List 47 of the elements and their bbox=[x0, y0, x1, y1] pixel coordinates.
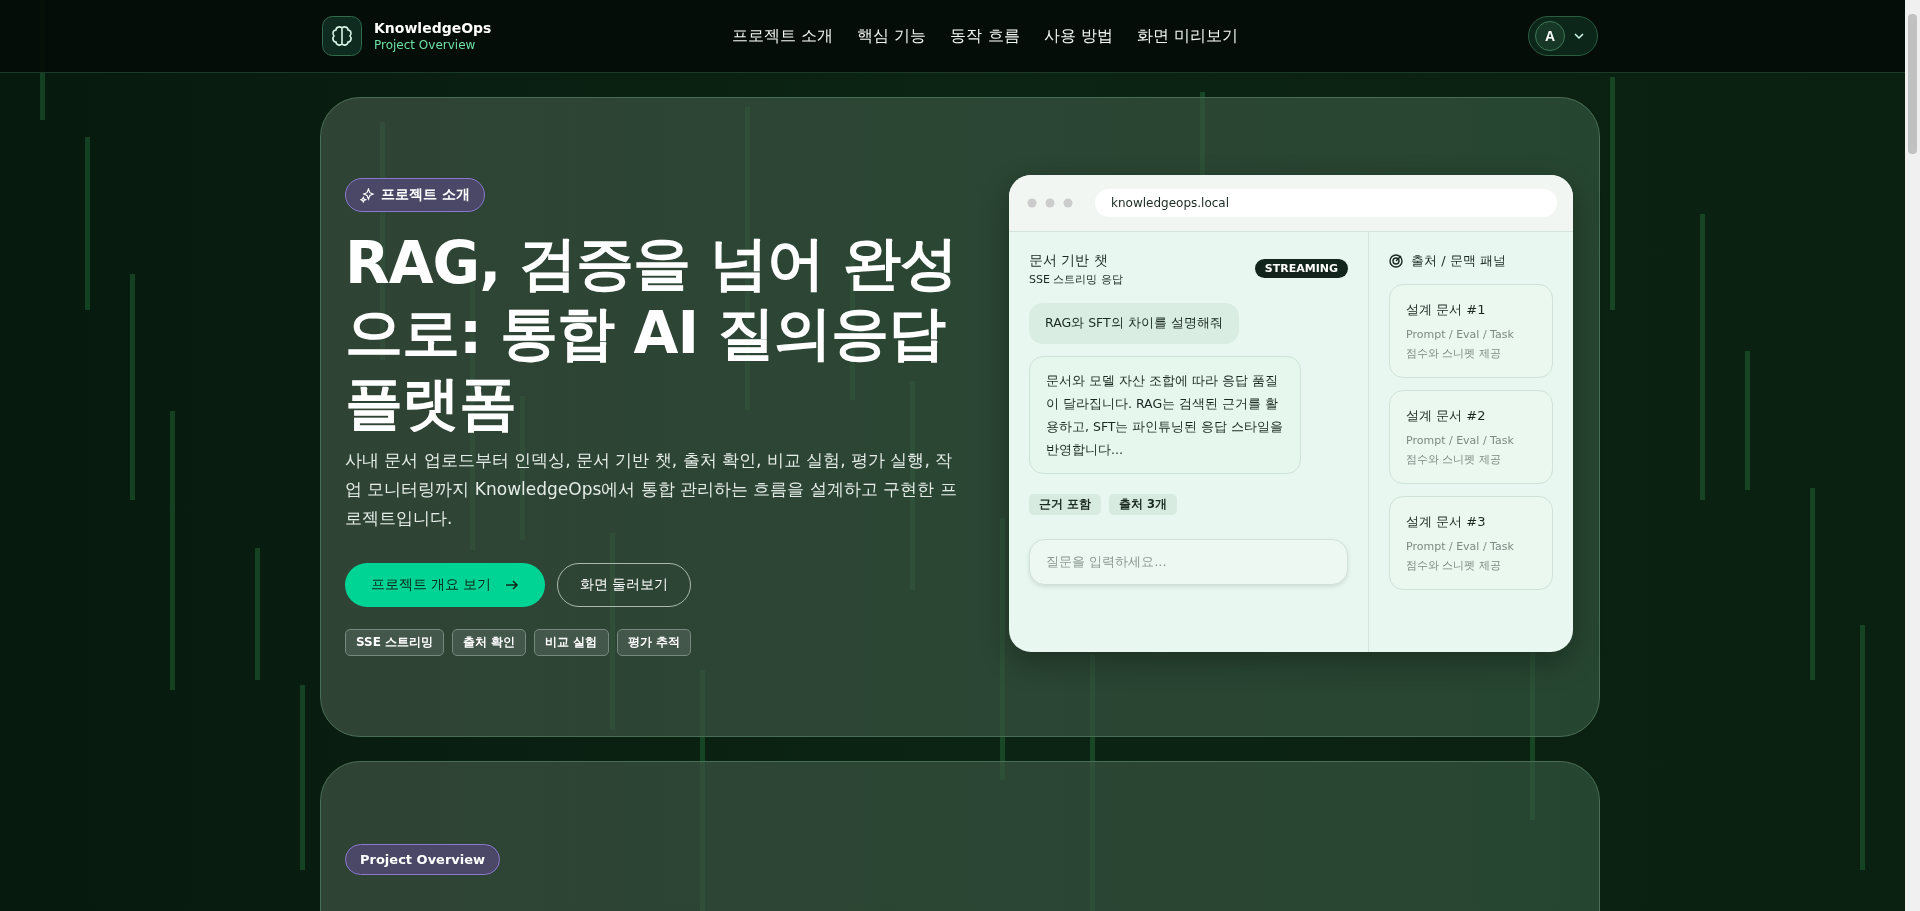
overview-button[interactable]: 프로젝트 개요 보기 bbox=[345, 563, 545, 607]
source-note: 점수와 스니펫 제공 bbox=[1406, 557, 1502, 574]
brand-subtitle: Project Overview bbox=[374, 38, 477, 52]
feature-tag: 비교 실험 bbox=[534, 629, 609, 656]
chat-subtitle: SSE 스트리밍 응답 bbox=[1029, 271, 1123, 287]
user-message: RAG와 SFT의 차이를 설명해줘 bbox=[1029, 302, 1239, 344]
source-meta: Prompt / Eval / Task bbox=[1406, 538, 1515, 555]
nav-link[interactable]: 핵심 기능 bbox=[857, 25, 927, 47]
nav-link[interactable]: 프로젝트 소개 bbox=[732, 25, 834, 47]
panel-title: 출처 / 문맥 패널 bbox=[1411, 251, 1506, 270]
source-card[interactable]: 설계 문서 #2 Prompt / Eval / Task 점수와 스니펫 제공 bbox=[1389, 389, 1553, 484]
assistant-message: 문서와 모델 자산 조합에 따라 응답 품질이 달라집니다. RAG는 검색된 근거를 활용하고, SFT는 파인튜닝된 응답 스타일을 반영합니다... bbox=[1029, 355, 1301, 474]
source-title: 설계 문서 #2 bbox=[1406, 406, 1487, 425]
address-bar[interactable]: knowledgeops.local bbox=[1095, 188, 1557, 217]
section-badge: Project Overview bbox=[345, 844, 501, 875]
source-title: 설계 문서 #3 bbox=[1406, 512, 1487, 531]
avatar-initial: A bbox=[1535, 21, 1565, 51]
nav-link[interactable]: 화면 미리보기 bbox=[1136, 25, 1238, 47]
nav-link[interactable]: 동작 흐름 bbox=[950, 25, 1020, 47]
hero-title: RAG, 검증을 넘어 완성으로: 통합 AI 질의응답 플랫폼 bbox=[345, 228, 958, 438]
feature-tag: 평가 추적 bbox=[616, 629, 691, 656]
window-dots-icon bbox=[1027, 197, 1073, 208]
source-card[interactable]: 설계 문서 #3 Prompt / Eval / Task 점수와 스니펫 제공 bbox=[1389, 495, 1553, 590]
hero-description: 사내 문서 업로드부터 인덱싱, 문서 기반 챗, 출처 확인, 비교 실험, 평가 실행, 작업 모니터링까지 KnowledgeOps에서 통합 관리하는 흐름을 설계하고 구현한 프로젝트입니다. bbox=[345, 449, 958, 530]
chat-title: 문서 기반 챗 bbox=[1029, 251, 1109, 270]
source-meta: Prompt / Eval / Task bbox=[1406, 326, 1515, 343]
source-card[interactable]: 설계 문서 #1 Prompt / Eval / Task 점수와 스니펫 제공 bbox=[1389, 283, 1553, 378]
source-title: 설계 문서 #1 bbox=[1406, 300, 1487, 319]
info-chip: 출처 3개 bbox=[1109, 493, 1178, 515]
badge-label: 프로젝트 소개 bbox=[381, 186, 470, 204]
source-note: 점수와 스니펫 제공 bbox=[1406, 345, 1502, 362]
nav-link[interactable]: 사용 방법 bbox=[1043, 25, 1113, 47]
feature-tag: SSE 스트리밍 bbox=[345, 629, 445, 656]
question-input-field[interactable]: 질문을 입력하세요... bbox=[1029, 538, 1348, 585]
brain-icon[interactable] bbox=[322, 16, 362, 56]
sparkles-icon bbox=[360, 187, 375, 203]
source-note: 점수와 스니펫 제공 bbox=[1406, 451, 1502, 468]
source-meta: Prompt / Eval / Task bbox=[1406, 432, 1515, 449]
account-menu-button[interactable]: A bbox=[1528, 16, 1598, 56]
status-badge: STREAMING bbox=[1254, 258, 1348, 278]
info-chip: 근거 포함 bbox=[1029, 493, 1101, 515]
arrow-right-icon bbox=[505, 579, 520, 591]
feature-tag: 출처 확인 bbox=[452, 629, 527, 656]
brand-name: KnowledgeOps bbox=[374, 20, 492, 36]
target-icon bbox=[1389, 253, 1403, 268]
scrollbar[interactable] bbox=[1905, 0, 1920, 911]
chevron-down-icon bbox=[1573, 32, 1585, 40]
